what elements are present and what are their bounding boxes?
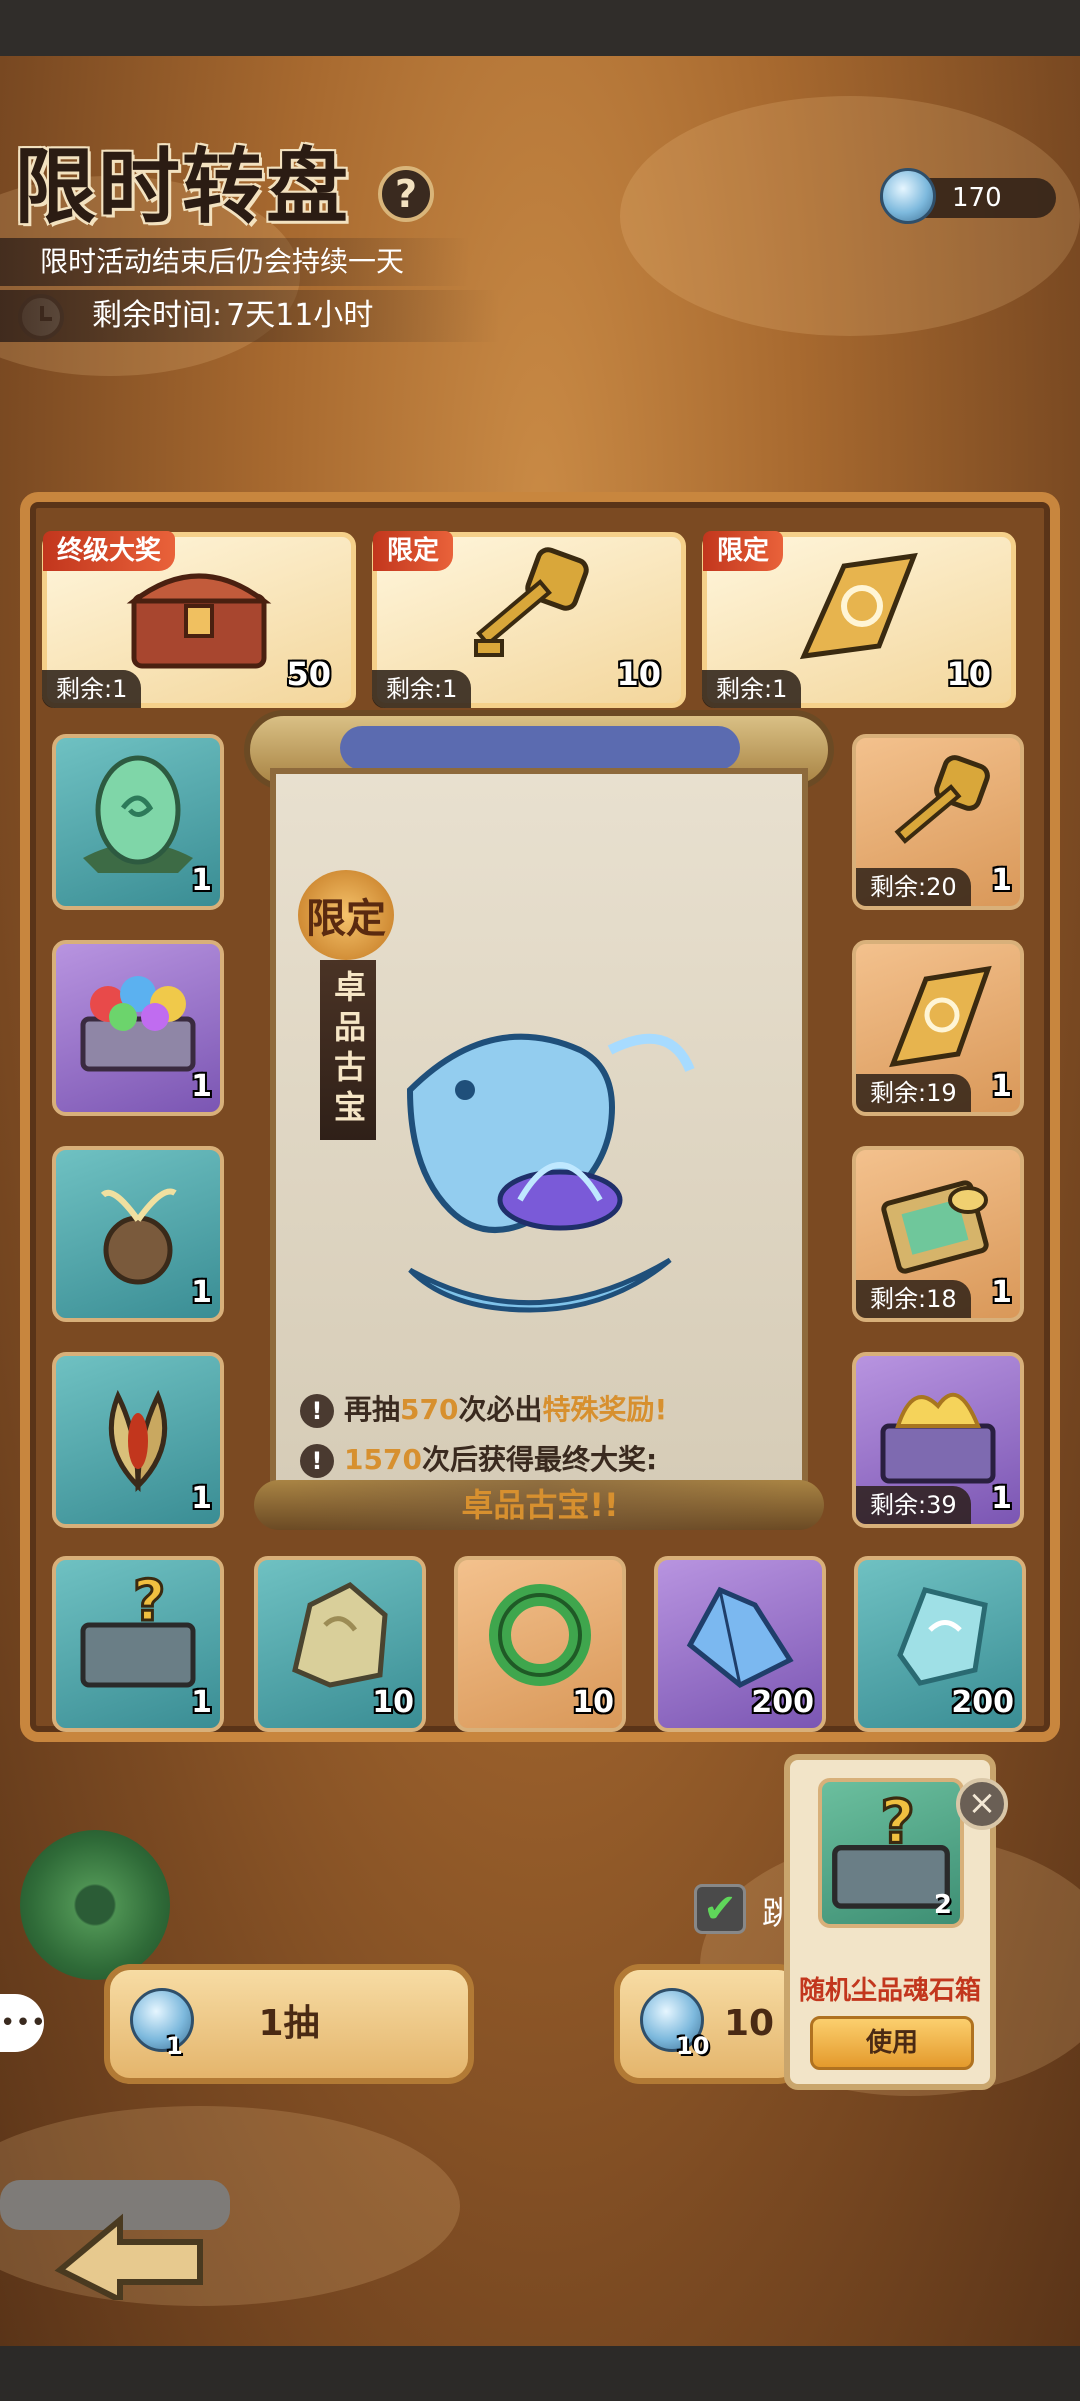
prize-cell-bud-seed[interactable]: 1 <box>52 1352 224 1528</box>
limited-tag: 限定 <box>373 531 454 571</box>
bud-seed-icon <box>83 1366 193 1500</box>
exclamation-icon: ! <box>300 1394 334 1428</box>
popup-item-name: 随机尘品魂石箱 <box>798 1976 981 2006</box>
remaining-count: 剩余:1 <box>372 670 472 708</box>
item-count: 1 <box>191 863 212 898</box>
spirit-stone-icon <box>880 1575 1000 1699</box>
info-text: 再抽 <box>344 1393 401 1426</box>
skip-animation-checkbox[interactable]: ✔ <box>694 1884 746 1934</box>
prize-cell-flame-chest[interactable]: 1 剩余:39 <box>852 1352 1024 1528</box>
item-count: 10 <box>372 1685 414 1720</box>
pull-cost: 10 <box>676 2032 710 2060</box>
remaining-time: 剩余时间: 7天11小时 <box>0 290 500 342</box>
item-count: 10 <box>946 655 991 693</box>
prize-cell-sprout-seed[interactable]: 1 <box>52 1146 224 1322</box>
golden-key-icon <box>454 546 604 680</box>
item-count: 1 <box>991 1069 1012 1104</box>
limited-tag: 限定 <box>703 531 784 571</box>
gem-chest-icon <box>73 959 203 1083</box>
blue-coin-icon <box>880 168 936 224</box>
remaining-count: 剩余:19 <box>856 1074 971 1112</box>
status-bar <box>0 0 1080 56</box>
remaining-count: 剩余:39 <box>856 1486 971 1524</box>
prize-cell-spirit-stone[interactable]: 200 <box>854 1556 1026 1732</box>
special-reward-highlight: 特殊奖励! <box>542 1393 668 1426</box>
grand-prize-tag: 终级大奖 <box>43 531 176 571</box>
sprout-seed-icon <box>83 1165 193 1289</box>
item-count: 200 <box>751 1685 814 1720</box>
item-count: 1 <box>191 1685 212 1720</box>
grand-prize-info-line: ! 1570次后获得最终大奖: <box>300 1440 657 1480</box>
green-egg-icon <box>78 748 198 882</box>
remaining-count: 剩余:20 <box>856 868 971 906</box>
pull-10-button[interactable]: 10 10 <box>614 1964 804 2084</box>
mystery-chest-icon: ? <box>73 1568 203 1704</box>
top-prize-grand[interactable]: 终级大奖 50 剩余:1 <box>42 531 356 708</box>
pull-1-label: 1抽 <box>258 2003 320 2044</box>
item-count: 1 <box>191 1069 212 1104</box>
use-button[interactable]: 使用 <box>810 2016 974 2070</box>
svg-text:?: ? <box>133 1570 165 1634</box>
golden-key-icon <box>878 753 998 877</box>
prize-cell-ore-stone[interactable]: 10 <box>254 1556 426 1732</box>
item-count: 1 <box>991 1275 1012 1310</box>
prize-cell-golden-scroll[interactable]: 1 剩余:19 <box>852 940 1024 1116</box>
prize-cell-jade-spoon[interactable]: 1 剩余:18 <box>852 1146 1024 1322</box>
close-icon[interactable]: × <box>956 1778 1008 1830</box>
info-text: 次必出 <box>458 1393 543 1426</box>
blue-coin-icon <box>130 1988 194 2052</box>
back-arrow-icon[interactable] <box>0 2150 250 2305</box>
remaining-count: 剩余:18 <box>856 1280 971 1318</box>
limited-badge: 限定 <box>298 870 394 960</box>
top-prize-scroll[interactable]: 限定 10 剩余:1 <box>702 531 1016 708</box>
info-text: 次后获得最终大奖: <box>421 1443 658 1476</box>
pull-count-highlight: 1570 <box>344 1443 422 1476</box>
event-subtitle: 限时活动结束后仍会持续一天 <box>0 238 470 286</box>
item-count: 1 <box>191 1275 212 1310</box>
item-count: 1 <box>991 863 1012 898</box>
flame-chest-icon <box>873 1371 1003 1495</box>
remaining-count: 剩余:1 <box>42 670 142 708</box>
jade-spoon-icon <box>878 1170 998 1284</box>
blue-crystal-icon <box>675 1575 805 1699</box>
currency-amount: 170 <box>952 183 1002 213</box>
prize-cell-jade-ring[interactable]: 10 <box>454 1556 626 1732</box>
pull-count-highlight: 570 <box>400 1393 459 1426</box>
prize-cell-blue-crystal[interactable]: 200 <box>654 1556 826 1732</box>
question-icon[interactable]: ? <box>378 166 434 222</box>
item-count: 2 <box>933 1890 952 1920</box>
item-count: 200 <box>951 1685 1014 1720</box>
jade-ring-icon <box>480 1575 600 1699</box>
mystery-chest-icon: ? 2 <box>818 1778 964 1928</box>
jade-pendant-decoration <box>20 1830 170 1980</box>
svg-text:?: ? <box>880 1788 914 1857</box>
item-count: 10 <box>572 1685 614 1720</box>
pull-1-button[interactable]: 1 1抽 <box>104 1964 474 2084</box>
top-prize-key[interactable]: 限定 10 剩余:1 <box>372 531 686 708</box>
prize-cell-gem-chest[interactable]: 1 <box>52 940 224 1116</box>
featured-item-name: 卓品古宝 <box>320 960 376 1140</box>
prize-cell-green-egg[interactable]: 1 <box>52 734 224 910</box>
golden-scroll-icon <box>878 959 998 1083</box>
navigation-bar <box>0 2346 1080 2401</box>
currency-display[interactable]: 170 <box>880 168 1056 224</box>
dragon-treasure-icon[interactable] <box>370 1010 700 1330</box>
item-count: 1 <box>991 1481 1012 1516</box>
prize-cell-mystery-chest[interactable]: ? 1 <box>52 1556 224 1732</box>
golden-scroll-icon <box>784 546 934 680</box>
item-count: 10 <box>616 655 661 693</box>
pull-cost: 1 <box>166 2032 183 2060</box>
prize-cell-golden-key[interactable]: 1 剩余:20 <box>852 734 1024 910</box>
final-prize-name: 卓品古宝!! <box>290 1480 790 1530</box>
item-count: 1 <box>191 1481 212 1516</box>
ore-stone-icon <box>280 1575 400 1699</box>
remaining-count: 剩余:1 <box>702 670 802 708</box>
timer-label: 剩余时间: <box>92 298 223 333</box>
pity-info-line: ! 再抽570次必出特殊奖励! <box>300 1390 667 1430</box>
exclamation-icon: ! <box>300 1444 334 1478</box>
page-title: 限时转盘 <box>14 139 351 235</box>
timer-value: 7天11小时 <box>226 298 374 333</box>
item-count: 50 <box>286 655 331 693</box>
